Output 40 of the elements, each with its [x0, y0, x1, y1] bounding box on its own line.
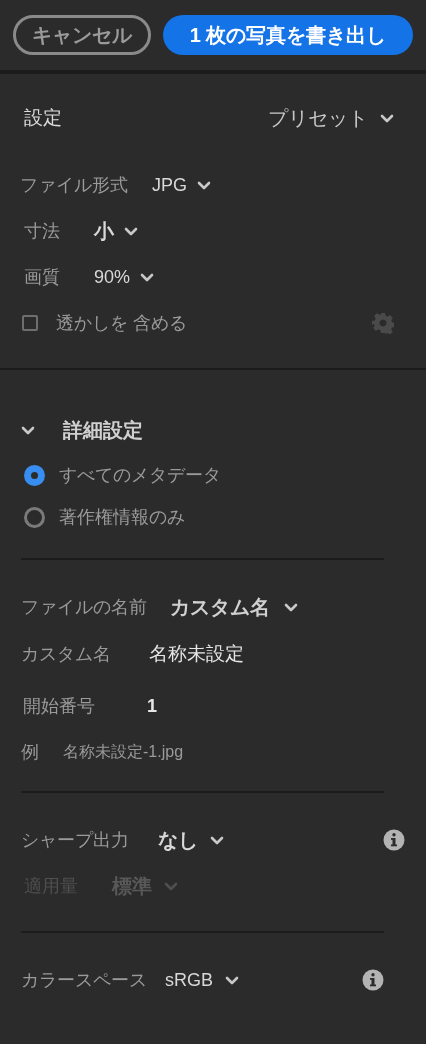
field-label: 開始番号 — [22, 694, 96, 718]
section-title: 設定 — [24, 105, 62, 130]
chevron-icon — [124, 226, 138, 236]
radio-label: すべてのメタデータ — [59, 463, 221, 487]
chevron-down-icon[interactable] — [21, 425, 35, 435]
chevron-icon — [225, 975, 239, 985]
chevron-icon — [284, 602, 298, 612]
radio-button[interactable] — [24, 464, 45, 486]
value-dropdown[interactable]: JPG — [152, 171, 211, 199]
chevron-icon — [380, 113, 394, 123]
value-dropdown[interactable]: カスタム名 — [170, 592, 298, 622]
field-label: シャープ出力 — [21, 828, 130, 852]
field-label: カスタム名 — [21, 642, 112, 666]
info-icon[interactable] — [362, 969, 384, 991]
value-dropdown[interactable]: 90% — [94, 263, 155, 291]
export-button[interactable]: 1 枚の写真を書き出し — [163, 15, 413, 55]
chevron-icon — [140, 272, 155, 282]
checkbox-label: 透かしを 含める — [56, 311, 188, 335]
field-label: ファイルの名前 — [21, 595, 148, 619]
number-field[interactable]: 1 — [147, 692, 157, 720]
info-icon[interactable] — [383, 829, 405, 851]
field-label: カラースペース — [21, 968, 148, 992]
value-dropdown[interactable]: なし — [158, 825, 224, 855]
example-filename: 名称未設定-1.jpg — [63, 742, 184, 762]
radio-label: 著作権情報のみ — [59, 505, 185, 529]
preset-dropdown[interactable]: プリセット — [268, 103, 394, 133]
field-label: 寸法 — [24, 219, 61, 243]
field-label: 例 — [21, 740, 40, 764]
checkbox[interactable] — [22, 315, 38, 331]
cancel-button[interactable]: キャンセル — [13, 15, 152, 55]
radio-button[interactable] — [24, 506, 45, 528]
value-dropdown[interactable]: sRGB — [165, 966, 239, 994]
value-dropdown[interactable]: 小 — [94, 216, 138, 246]
chevron-icon — [164, 881, 178, 891]
section-title[interactable]: 詳細設定 — [63, 415, 143, 445]
field-label: 画質 — [24, 265, 61, 289]
chevron-icon — [197, 180, 211, 190]
field-label: ファイル形式 — [20, 173, 129, 197]
text-field[interactable]: 名称未設定 — [149, 639, 244, 669]
chevron-icon — [210, 835, 224, 845]
